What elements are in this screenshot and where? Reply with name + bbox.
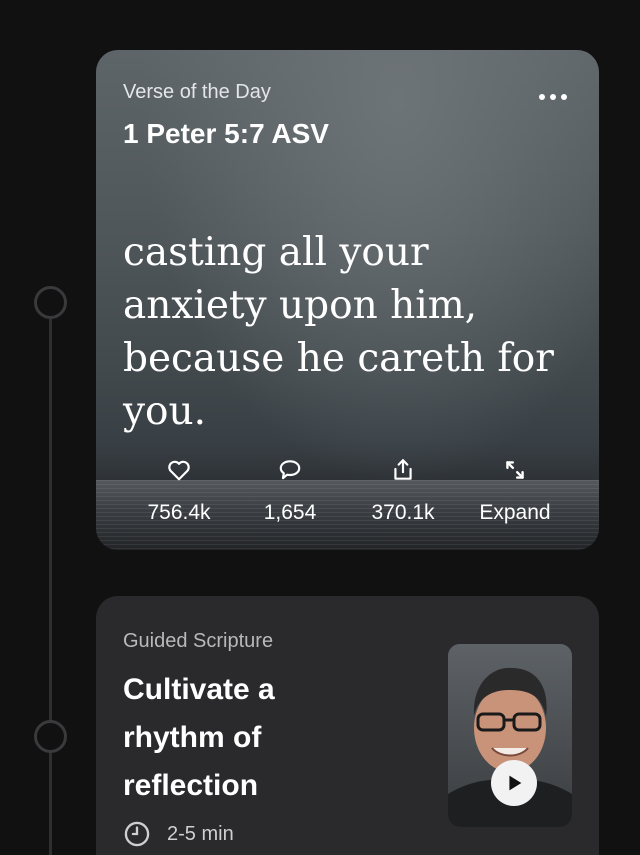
expand-label: Expand bbox=[479, 501, 551, 524]
play-icon bbox=[509, 775, 522, 791]
verse-text: casting all your anxiety upon him, becau… bbox=[123, 230, 554, 434]
clock-icon bbox=[124, 821, 150, 847]
share-count: 370.1k bbox=[371, 501, 435, 524]
expand-icon bbox=[506, 461, 524, 479]
share-button[interactable]: 370.1k bbox=[343, 455, 463, 535]
verse-actions-bar: 756.4k 1,654 370.1k Expand bbox=[96, 455, 599, 535]
like-count: 756.4k bbox=[147, 501, 211, 524]
heart-icon bbox=[168, 460, 190, 481]
timeline-node-verse bbox=[34, 286, 67, 319]
verse-reference[interactable]: 1 Peter 5:7 ASV bbox=[123, 118, 329, 150]
timeline-line bbox=[49, 318, 52, 855]
comment-button[interactable]: 1,654 bbox=[230, 455, 350, 535]
verse-card-label: Verse of the Day bbox=[123, 81, 271, 103]
timeline-node-guided bbox=[34, 720, 67, 753]
duration-text: 2-5 min bbox=[167, 822, 234, 845]
like-button[interactable]: 756.4k bbox=[119, 455, 239, 535]
verse-of-the-day-card[interactable]: Verse of the Day 1 Peter 5:7 ASV casting… bbox=[96, 50, 599, 550]
guided-duration: 2-5 min bbox=[123, 820, 234, 848]
play-button[interactable] bbox=[491, 760, 537, 806]
guided-title[interactable]: Cultivate a rhythm of reflection bbox=[123, 666, 353, 810]
guided-scripture-card[interactable]: Guided Scripture Cultivate a rhythm of r… bbox=[96, 596, 599, 855]
video-thumbnail[interactable] bbox=[448, 644, 572, 827]
comment-icon bbox=[279, 460, 301, 480]
comment-count: 1,654 bbox=[263, 501, 317, 524]
expand-button[interactable]: Expand bbox=[455, 455, 575, 535]
guided-card-label: Guided Scripture bbox=[123, 630, 274, 652]
share-icon bbox=[394, 459, 412, 480]
home-feed: Verse of the Day 1 Peter 5:7 ASV casting… bbox=[0, 0, 640, 855]
more-options-button[interactable] bbox=[537, 90, 569, 104]
